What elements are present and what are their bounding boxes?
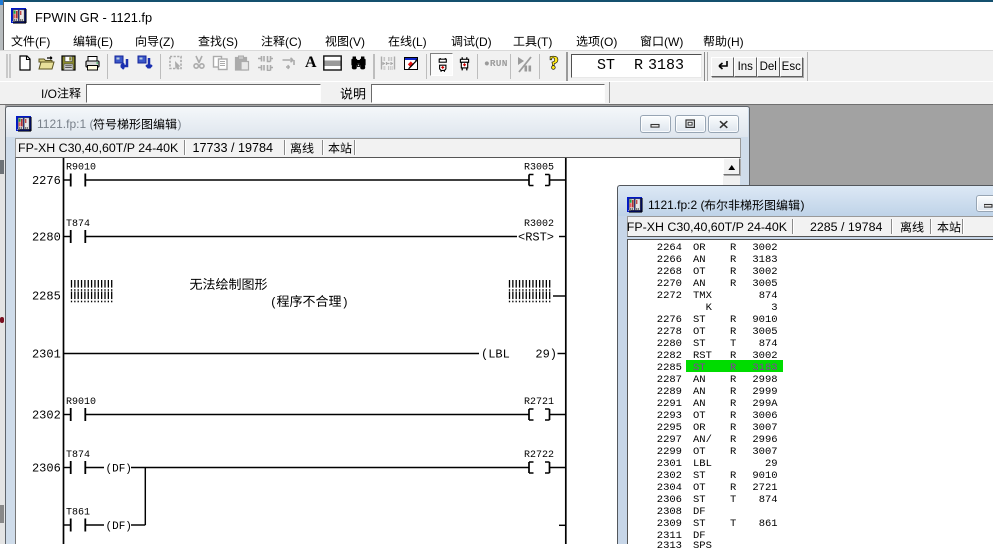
svg-text:2301: 2301 [32, 348, 61, 362]
svg-text:<RST>: <RST> [518, 231, 554, 245]
svg-text:(: ( [270, 296, 277, 310]
svg-text:R9010: R9010 [66, 163, 96, 174]
svg-text:(LBL: (LBL [481, 348, 510, 362]
svg-text:T874: T874 [66, 450, 90, 461]
svg-text:2280: 2280 [32, 231, 61, 245]
svg-text:(DF): (DF) [106, 463, 132, 475]
svg-text:(DF): (DF) [106, 521, 132, 533]
svg-text:T861: T861 [66, 508, 90, 519]
svg-text:): ) [342, 296, 349, 310]
svg-text:2306: 2306 [32, 462, 61, 476]
svg-text:R2721: R2721 [524, 397, 554, 408]
svg-text:R2722: R2722 [524, 450, 554, 461]
svg-text:T874: T874 [66, 219, 90, 230]
svg-text:2276: 2276 [32, 174, 61, 188]
svg-text:R3005: R3005 [524, 163, 554, 174]
svg-text:2285: 2285 [32, 290, 61, 304]
svg-text:R9010: R9010 [66, 397, 96, 408]
svg-text:R3002: R3002 [524, 219, 554, 230]
svg-text:2302: 2302 [32, 409, 61, 423]
svg-text:29): 29) [535, 348, 557, 362]
